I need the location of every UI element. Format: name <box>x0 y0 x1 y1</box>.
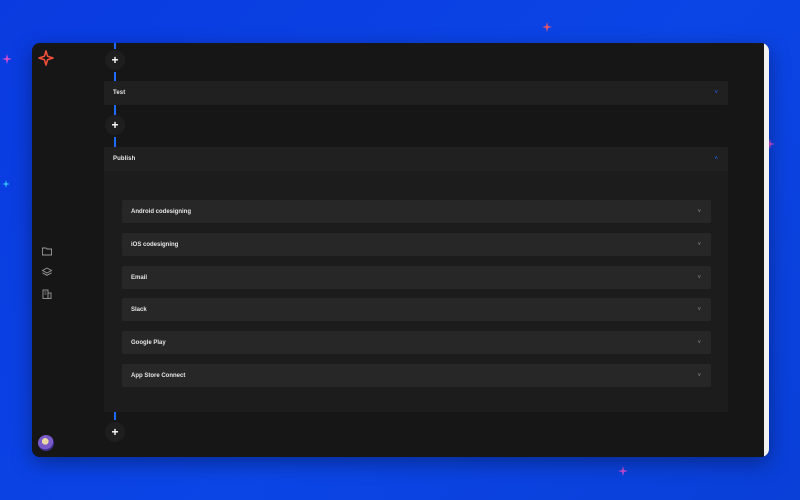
step-test[interactable]: Test ˅ <box>104 81 728 105</box>
sparkle-icon <box>618 466 628 476</box>
folder-icon[interactable] <box>41 245 53 257</box>
sparkle-icon <box>2 180 10 188</box>
chevron-down-icon[interactable]: ˅ <box>697 340 701 346</box>
timeline-connector <box>114 43 116 49</box>
publish-item-label: Email <box>131 274 148 281</box>
add-step-button[interactable]: + <box>105 115 125 135</box>
avatar[interactable] <box>38 435 54 451</box>
timeline-connector <box>114 137 116 147</box>
scrollbar[interactable] <box>764 43 769 457</box>
building-icon[interactable] <box>41 288 53 300</box>
step-title: Publish <box>113 156 136 162</box>
sparkle-icon <box>542 22 552 32</box>
publish-item-slack[interactable]: Slack ˅ <box>122 298 711 321</box>
publish-item-label: App Store Connect <box>131 372 186 379</box>
publish-item-google-play[interactable]: Google Play ˅ <box>122 331 711 354</box>
publish-item-label: Google Play <box>131 339 166 346</box>
chevron-down-icon[interactable]: ˅ <box>697 275 701 281</box>
publish-item-app-store-connect[interactable]: App Store Connect ˅ <box>122 364 711 387</box>
chevron-up-icon[interactable]: ˄ <box>714 156 718 162</box>
app-window: + Test ˅ + Publish ˄ Android codesigning… <box>32 43 769 457</box>
publish-item-ios-codesigning[interactable]: iOS codesigning ˅ <box>122 233 711 256</box>
publish-item-android-codesigning[interactable]: Android codesigning ˅ <box>122 200 711 223</box>
chevron-down-icon[interactable]: ˅ <box>697 307 701 313</box>
timeline-connector <box>114 411 116 420</box>
publish-item-label: Android codesigning <box>131 208 191 215</box>
step-publish[interactable]: Publish ˄ Android codesigning ˅ iOS code… <box>104 147 728 412</box>
publish-item-label: Slack <box>131 306 147 313</box>
add-step-button[interactable]: + <box>105 50 125 70</box>
timeline-connector <box>114 105 116 115</box>
layers-icon[interactable] <box>41 266 53 278</box>
publish-item-email[interactable]: Email ˅ <box>122 266 711 289</box>
sidebar <box>32 43 102 457</box>
timeline-connector <box>114 72 116 81</box>
publish-item-label: iOS codesigning <box>131 241 179 248</box>
chevron-down-icon[interactable]: ˅ <box>697 242 701 248</box>
chevron-down-icon[interactable]: ˅ <box>697 209 701 215</box>
add-step-button[interactable]: + <box>105 422 125 442</box>
step-title: Test <box>113 90 126 96</box>
publish-section-body: Android codesigning ˅ iOS codesigning ˅ … <box>104 171 728 412</box>
codemagic-logo-icon[interactable] <box>38 50 54 66</box>
chevron-down-icon[interactable]: ˅ <box>714 90 718 96</box>
sparkle-icon <box>2 54 12 64</box>
chevron-down-icon[interactable]: ˅ <box>697 373 701 379</box>
